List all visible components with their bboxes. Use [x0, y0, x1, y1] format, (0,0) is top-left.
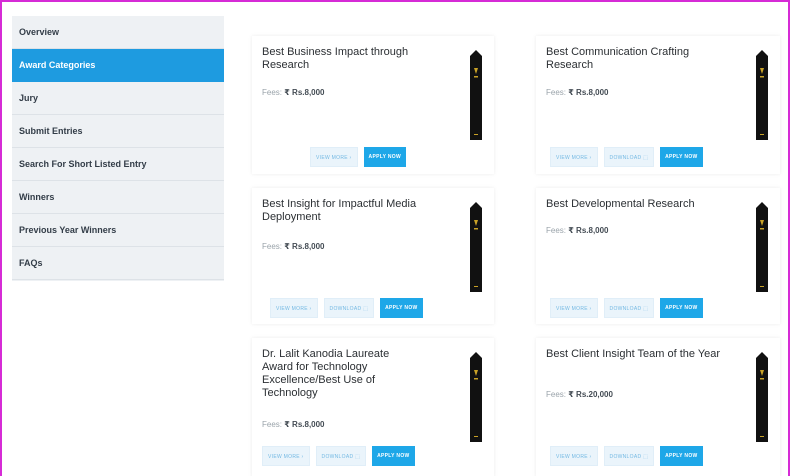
apply-now-button[interactable]: APPLY NOW [380, 298, 423, 318]
award-card-actions: VIEW MORE › DOWNLOAD ⬚ APPLY NOW [550, 147, 703, 167]
award-card: Best Developmental Research Fees: ₹ Rs.8… [536, 188, 780, 324]
trophy-icon [470, 50, 482, 140]
award-card-fees: Fees: ₹ Rs.8,000 [262, 242, 325, 251]
award-card: Dr. Lalit Kanodia Laureate Award for Tec… [252, 338, 494, 476]
sidebar-item-jury[interactable]: Jury [12, 82, 224, 115]
award-card: Best Client Insight Team of the Year Fee… [536, 338, 780, 476]
award-card-title: Best Business Impact through Research [262, 46, 409, 71]
apply-now-button[interactable]: APPLY NOW [372, 446, 415, 466]
view-more-button[interactable]: VIEW MORE › [310, 147, 358, 167]
award-card: Best Insight for Impactful Media Deploym… [252, 188, 494, 324]
sidebar-nav: Overview Award Categories Jury Submit En… [12, 16, 224, 281]
award-card-fees: Fees: ₹ Rs.8,000 [546, 226, 609, 235]
download-button[interactable]: DOWNLOAD ⬚ [603, 298, 655, 318]
award-card-actions: VIEW MORE › DOWNLOAD ⬚ APPLY NOW [550, 446, 703, 466]
sidebar-item-faqs[interactable]: FAQs [12, 247, 224, 280]
award-card-title: Best Communication Crafting Research [546, 46, 690, 71]
award-card-fees: Fees: ₹ Rs.8,000 [262, 88, 325, 97]
trophy-icon [756, 352, 768, 442]
award-card-fees: Fees: ₹ Rs.20,000 [546, 390, 613, 399]
view-more-button[interactable]: VIEW MORE › [550, 147, 598, 167]
award-card-actions: VIEW MORE › DOWNLOAD ⬚ APPLY NOW [550, 298, 703, 318]
award-card-title: Best Developmental Research [546, 198, 695, 210]
view-more-button[interactable]: VIEW MORE › [262, 446, 310, 466]
sidebar-item-overview[interactable]: Overview [12, 16, 224, 49]
trophy-icon [756, 202, 768, 292]
sidebar-item-search-shortlisted[interactable]: Search For Short Listed Entry [12, 148, 224, 181]
view-more-button[interactable]: VIEW MORE › [270, 298, 318, 318]
award-card-actions: VIEW MORE › DOWNLOAD ⬚ APPLY NOW [262, 446, 415, 466]
award-card: Best Business Impact through Research Fe… [252, 36, 494, 174]
award-card: Best Communication Crafting Research Fee… [536, 36, 780, 174]
apply-now-button[interactable]: APPLY NOW [363, 147, 406, 167]
award-card-actions: VIEW MORE › DOWNLOAD ⬚ APPLY NOW [270, 298, 423, 318]
award-card-actions: VIEW MORE › APPLY NOW [310, 147, 406, 167]
award-card-title: Best Insight for Impactful Media Deploym… [262, 198, 417, 223]
sidebar-item-winners[interactable]: Winners [12, 181, 224, 214]
apply-now-button[interactable]: APPLY NOW [660, 298, 703, 318]
award-card-title: Dr. Lalit Kanodia Laureate Award for Tec… [262, 348, 390, 399]
download-button[interactable]: DOWNLOAD ⬚ [315, 446, 367, 466]
view-more-button[interactable]: VIEW MORE › [550, 298, 598, 318]
download-button[interactable]: DOWNLOAD ⬚ [603, 446, 655, 466]
trophy-icon [470, 202, 482, 292]
sidebar-item-submit-entries[interactable]: Submit Entries [12, 115, 224, 148]
view-more-button[interactable]: VIEW MORE › [550, 446, 598, 466]
sidebar-item-award-categories[interactable]: Award Categories [12, 49, 224, 82]
apply-now-button[interactable]: APPLY NOW [660, 446, 703, 466]
download-button[interactable]: DOWNLOAD ⬚ [603, 147, 655, 167]
page-frame: Overview Award Categories Jury Submit En… [0, 0, 790, 476]
trophy-icon [756, 50, 768, 140]
award-card-title: Best Client Insight Team of the Year [546, 348, 721, 360]
award-card-fees: Fees: ₹ Rs.8,000 [262, 420, 325, 429]
apply-now-button[interactable]: APPLY NOW [660, 147, 703, 167]
download-button[interactable]: DOWNLOAD ⬚ [323, 298, 375, 318]
sidebar-item-previous-year-winners[interactable]: Previous Year Winners [12, 214, 224, 247]
award-card-fees: Fees: ₹ Rs.8,000 [546, 88, 609, 97]
trophy-icon [470, 352, 482, 442]
